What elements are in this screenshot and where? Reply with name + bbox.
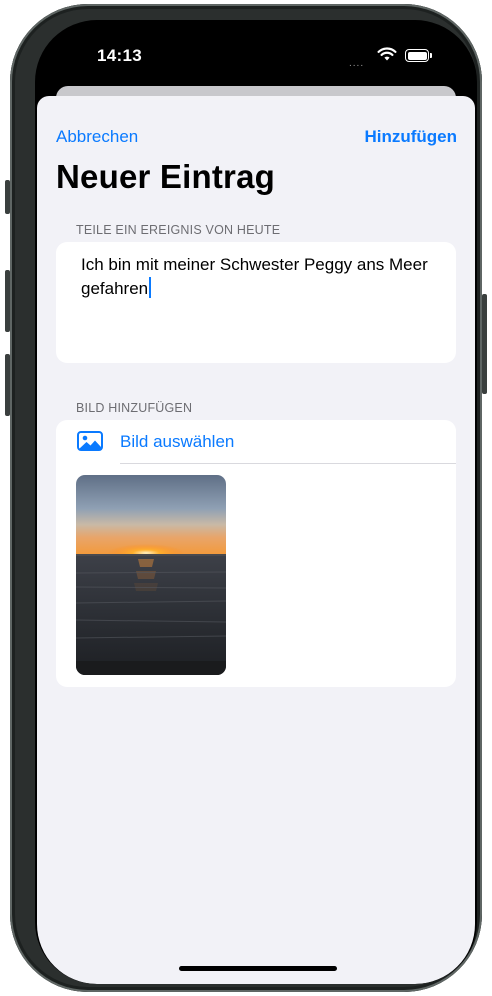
cancel-button[interactable]: Abbrechen (56, 127, 138, 147)
volume-down-button (5, 354, 10, 416)
text-cursor (149, 277, 152, 298)
status-bar: 14:13 .... (35, 20, 477, 90)
signal-icon: .... (349, 58, 365, 69)
home-indicator[interactable] (179, 966, 337, 971)
wifi-icon (377, 47, 397, 61)
page-title: Neuer Eintrag (56, 158, 275, 195)
event-text-value[interactable]: Ich bin mit meiner Schwester Peggy ans M… (81, 255, 428, 298)
status-time: 14:13 (97, 46, 142, 65)
selected-image-thumbnail[interactable] (76, 475, 226, 675)
sunset-over-sea-photo (76, 475, 226, 675)
battery-icon (405, 49, 432, 62)
image-card: Bild auswählen (56, 420, 456, 687)
event-text-field[interactable]: Ich bin mit meiner Schwester Peggy ans M… (56, 242, 456, 363)
screen: 14:13 .... Abbrechen Hinzufügen Neuer Ei… (35, 20, 477, 984)
phone-frame: 14:13 .... Abbrechen Hinzufügen Neuer Ei… (5, 4, 487, 992)
image-section-header: BILD HINZUFÜGEN (76, 401, 193, 415)
row-divider (120, 463, 456, 464)
event-section-header: TEILE EIN EREIGNIS VON HEUTE (76, 223, 281, 237)
battery-level (407, 51, 427, 60)
action-button (5, 180, 10, 214)
add-button[interactable]: Hinzufügen (364, 127, 457, 147)
volume-up-button (5, 270, 10, 332)
event-text-container[interactable]: Ich bin mit meiner Schwester Peggy ans M… (81, 253, 436, 301)
choose-image-button[interactable]: Bild auswählen (56, 420, 456, 464)
new-entry-sheet: Abbrechen Hinzufügen Neuer Eintrag TEILE… (37, 96, 475, 984)
power-button (482, 294, 487, 394)
photo-icon (77, 431, 103, 451)
choose-image-label[interactable]: Bild auswählen (120, 432, 234, 452)
